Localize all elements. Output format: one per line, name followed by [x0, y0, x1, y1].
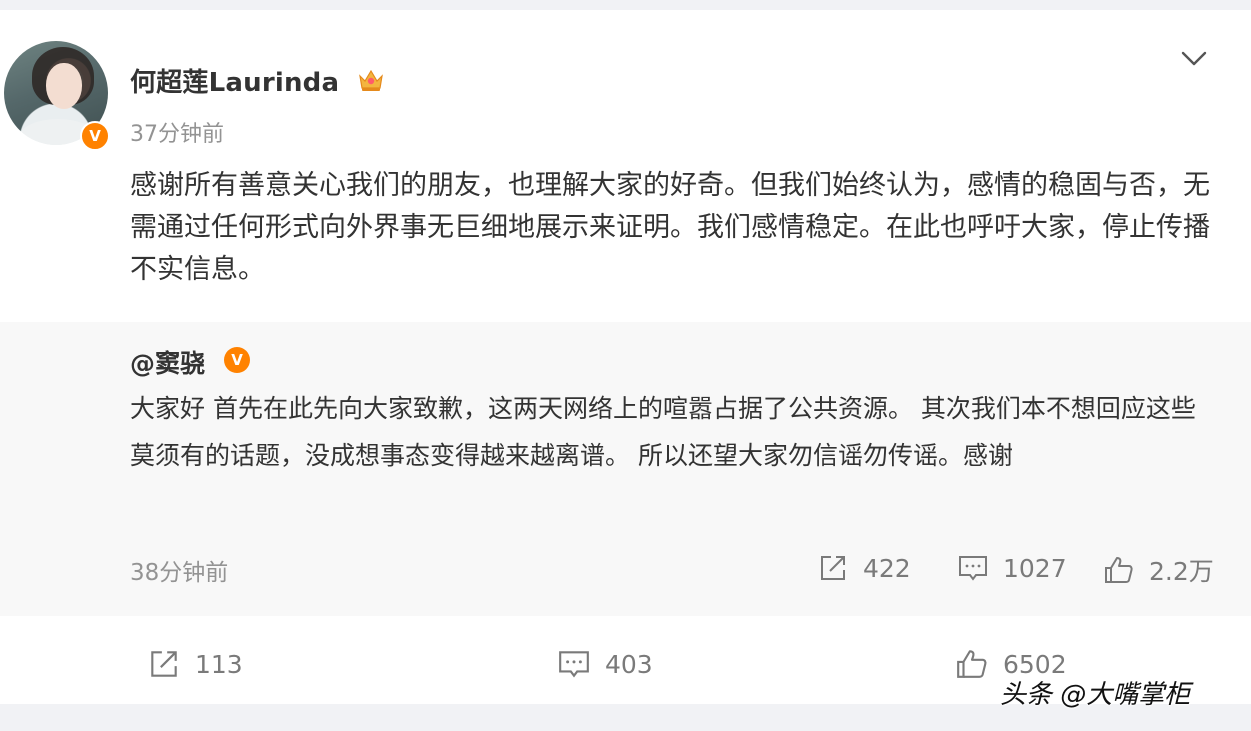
repost-like-count: 2.2万 — [1149, 557, 1214, 586]
comment-button[interactable]: 403 — [557, 647, 653, 681]
source-watermark: 头条 @大嘴掌柜 — [1000, 680, 1191, 710]
repost-timestamp[interactable]: 38分钟前 — [130, 553, 228, 587]
share-icon — [151, 651, 177, 677]
repost-like-button[interactable]: 2.2万 — [1103, 552, 1214, 588]
repost-comment-count: 1027 — [1003, 553, 1067, 583]
post-timestamp[interactable]: 37分钟前 — [130, 116, 224, 148]
repost-body-text: 大家好 首先在此先向大家致歉，这两天网络上的喧嚣占据了公共资源。 其次我们本不想… — [130, 394, 1196, 470]
reposted-content[interactable]: @窦骁 V 大家好 首先在此先向大家致歉，这两天网络上的喧嚣占据了公共资源。 其… — [0, 322, 1251, 616]
avatar-face — [46, 63, 82, 109]
repost-share-count: 422 — [863, 553, 911, 583]
thumbs-up-icon — [957, 650, 987, 678]
verified-badge-icon: V — [224, 347, 250, 373]
comment-icon — [959, 556, 987, 581]
share-button[interactable]: 113 — [147, 647, 243, 681]
crown-badge-icon[interactable] — [357, 66, 385, 94]
share-count: 113 — [195, 649, 243, 679]
author-name[interactable]: 何超莲Laurinda — [130, 62, 339, 99]
thumbs-up-icon — [1105, 557, 1133, 583]
repost-comment-button[interactable]: 1027 — [957, 552, 1067, 584]
chevron-down-icon[interactable] — [1180, 48, 1208, 70]
post-body-text: 感谢所有善意关心我们的朋友，也理解大家的好奇。但我们始终认为，感情的稳固与否，无… — [130, 170, 1210, 285]
verified-badge-icon: V — [80, 121, 110, 151]
share-icon — [821, 556, 845, 580]
comment-count: 403 — [605, 649, 653, 679]
repost-author[interactable]: @窦骁 — [130, 344, 205, 380]
comment-icon — [559, 651, 589, 678]
weibo-post-card: V 何超莲Laurinda 37分钟前 感谢所有善意关心我们的朋友，也理解大家的… — [0, 10, 1251, 704]
repost-share-button[interactable]: 422 — [817, 552, 911, 584]
